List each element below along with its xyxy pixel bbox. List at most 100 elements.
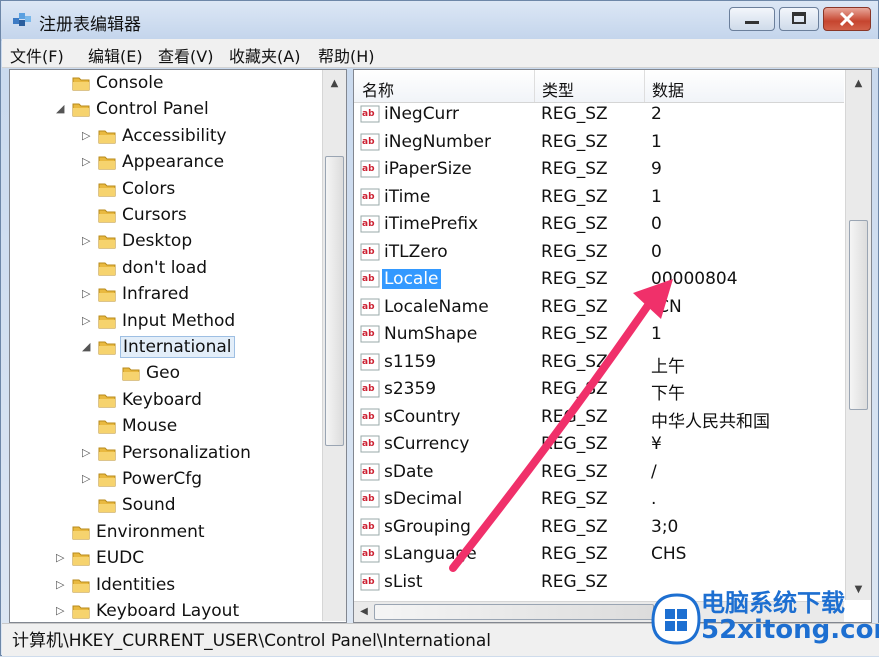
- value-row[interactable]: ab s2359 REG_SZ 下午: [354, 377, 844, 404]
- title-bar[interactable]: 注册表编辑器: [1, 1, 878, 39]
- value-row[interactable]: ab Locale REG_SZ 00000804: [354, 267, 844, 294]
- svg-text:ab: ab: [362, 494, 375, 504]
- collapsed-arrow-icon[interactable]: ▷: [82, 155, 94, 168]
- value-row[interactable]: ab sGrouping REG_SZ 3;0: [354, 515, 844, 542]
- tree-item-label: Sound: [122, 495, 176, 516]
- value-type: REG_SZ: [541, 324, 608, 344]
- value-row[interactable]: ab iTLZero REG_SZ 0: [354, 240, 844, 267]
- value-row[interactable]: ab sDecimal REG_SZ.: [354, 487, 844, 514]
- tree-item[interactable]: don't load: [10, 257, 322, 283]
- tree-item[interactable]: ◢ Control Panel: [10, 98, 322, 124]
- value-name: sCountry: [384, 406, 461, 427]
- tree-item[interactable]: ▷ Input Method: [10, 310, 322, 336]
- tree-item[interactable]: Keyboard: [10, 389, 322, 415]
- tree-item[interactable]: ▷ Infrared: [10, 283, 322, 309]
- registry-editor-window: 注册表编辑器 文件(F) 编辑(E) 查看(V) 收藏夹(A) 帮助(H) Co…: [0, 0, 879, 656]
- scroll-up-icon[interactable]: ▲: [846, 78, 871, 89]
- menu-file[interactable]: 文件(F): [10, 43, 64, 67]
- value-row[interactable]: ab LocaleName REG_SZ -CN: [354, 295, 844, 322]
- menu-help[interactable]: 帮助(H): [318, 43, 375, 67]
- collapsed-arrow-icon[interactable]: ▷: [56, 604, 68, 617]
- values-hscroll-thumb[interactable]: [374, 604, 654, 620]
- tree-item[interactable]: ▷ Appearance: [10, 151, 322, 177]
- collapsed-arrow-icon[interactable]: ▷: [82, 234, 94, 247]
- value-row[interactable]: ab NumShape REG_SZ 1: [354, 322, 844, 349]
- folder-icon: [98, 499, 116, 513]
- value-row[interactable]: ab iTime REG_SZ 1: [354, 185, 844, 212]
- value-row[interactable]: ab s1159 REG_SZ 上午: [354, 350, 844, 377]
- tree-item[interactable]: ◢ International: [10, 336, 322, 362]
- value-data: 1: [651, 131, 662, 152]
- value-name: iNegCurr: [384, 104, 460, 124]
- menu-favorites[interactable]: 收藏夹(A): [229, 43, 300, 67]
- value-type: REG_SZ: [541, 461, 608, 482]
- collapsed-arrow-icon[interactable]: ▷: [82, 314, 94, 327]
- svg-text:ab: ab: [362, 164, 375, 174]
- tree-vertical-scrollbar[interactable]: ▲: [322, 70, 346, 621]
- tree-item[interactable]: Console: [10, 72, 322, 98]
- tree-item[interactable]: ▷ Identities: [10, 574, 322, 600]
- maximize-button[interactable]: [779, 7, 819, 31]
- column-header-name[interactable]: 名称: [362, 77, 394, 101]
- tree-item[interactable]: ▷ Personalization: [10, 442, 322, 468]
- expanded-arrow-icon[interactable]: ◢: [82, 340, 94, 353]
- value-row[interactable]: ab sCurrency REG_SZ ¥: [354, 432, 844, 459]
- scroll-left-icon[interactable]: ◀: [358, 606, 370, 617]
- column-header-data[interactable]: 数据: [652, 77, 684, 101]
- tree-item[interactable]: ▷ Accessibility: [10, 125, 322, 151]
- column-header-type[interactable]: 类型: [542, 77, 574, 101]
- value-name: iNegNumber: [384, 131, 491, 152]
- tree-item[interactable]: ▷ PowerCfg: [10, 468, 322, 494]
- tree-item-label: Keyboard: [122, 389, 202, 410]
- svg-text:ab: ab: [362, 109, 375, 119]
- value-data: CHS: [651, 544, 687, 564]
- tree-item[interactable]: ▷ Desktop: [10, 230, 322, 256]
- tree-item[interactable]: Sound: [10, 494, 322, 520]
- tree-item-label: Environment: [96, 521, 205, 542]
- tree-item[interactable]: Colors: [10, 178, 322, 204]
- string-value-icon: ab: [360, 298, 380, 315]
- svg-text:ab: ab: [362, 274, 375, 284]
- current-key-path: 计算机\HKEY_CURRENT_USER\Control Panel\Inte…: [12, 631, 492, 651]
- tree-scroll-thumb[interactable]: [325, 156, 344, 446]
- scroll-up-icon[interactable]: ▲: [323, 78, 346, 89]
- registry-values-list[interactable]: 名称 类型 数据 ▲ ▼ ◀ ab iNegCurr REG_SZ 2 ab iNegNu…: [353, 69, 872, 623]
- values-scroll-thumb[interactable]: [849, 220, 868, 410]
- value-name: sDate: [384, 461, 434, 482]
- value-name: s2359: [384, 379, 437, 399]
- collapsed-arrow-icon[interactable]: ▷: [56, 578, 68, 591]
- folder-icon: [98, 209, 116, 223]
- tree-item-label: Identities: [96, 574, 176, 595]
- minimize-button[interactable]: [729, 7, 775, 31]
- tree-item[interactable]: Environment: [10, 521, 322, 547]
- value-row[interactable]: ab iPaperSize REG_SZ 9: [354, 157, 844, 184]
- value-row[interactable]: ab iTimePrefix REG_SZ 0: [354, 212, 844, 239]
- tree-item[interactable]: Geo: [10, 362, 322, 388]
- value-row[interactable]: ab sDate REG_SZ /: [354, 460, 844, 487]
- windows-logo-icon: [651, 593, 701, 645]
- collapsed-arrow-icon[interactable]: ▷: [56, 551, 68, 564]
- collapsed-arrow-icon[interactable]: ▷: [82, 287, 94, 300]
- value-row[interactable]: ab iNegCurr REG_SZ 2: [354, 102, 844, 129]
- expanded-arrow-icon[interactable]: ◢: [56, 102, 68, 115]
- values-vertical-scrollbar[interactable]: ▲ ▼: [845, 70, 871, 600]
- value-type: REG_SZ: [541, 516, 608, 537]
- value-row[interactable]: ab iNegNumber REG_SZ 1: [354, 130, 844, 157]
- collapsed-arrow-icon[interactable]: ▷: [82, 446, 94, 459]
- value-data: 0: [651, 241, 662, 262]
- collapsed-arrow-icon[interactable]: ▷: [82, 472, 94, 485]
- tree-item[interactable]: ▷ Keyboard Layout: [10, 600, 322, 622]
- close-button[interactable]: [823, 7, 871, 31]
- tree-item[interactable]: Mouse: [10, 415, 322, 441]
- value-row[interactable]: ab sCountry REG_SZ 中华人民共和国: [354, 405, 844, 432]
- menu-view[interactable]: 查看(V): [158, 43, 213, 67]
- string-value-icon: ab: [360, 435, 380, 453]
- tree-item[interactable]: ▷ EUDC: [10, 547, 322, 573]
- value-data: 2: [651, 104, 662, 124]
- collapsed-arrow-icon[interactable]: ▷: [82, 129, 94, 142]
- svg-text:ab: ab: [362, 549, 375, 559]
- menu-edit[interactable]: 编辑(E): [88, 43, 143, 67]
- registry-key-tree[interactable]: Console ◢ Control Panel ▷ Accessibility ▷ Appe…: [9, 69, 347, 623]
- value-row[interactable]: ab sLanguage REG_SZ CHS: [354, 542, 844, 569]
- tree-item[interactable]: Cursors: [10, 204, 322, 230]
